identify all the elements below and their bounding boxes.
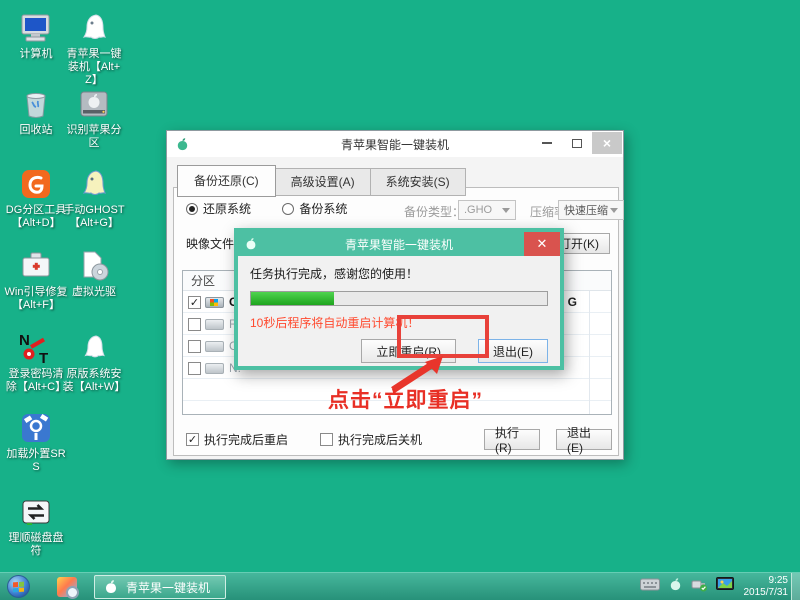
backup-type-value: .GHO — [464, 204, 492, 216]
checkbox-unchecked-icon[interactable] — [188, 318, 201, 331]
desktop-icon-label: 登录密码清除【Alt+C】 — [4, 368, 68, 394]
clock-time: 9:25 — [744, 575, 789, 588]
desktop-icon-label: 原版系统安装【Alt+W】 — [62, 368, 126, 394]
desktop-icon-label: 识别苹果分区 — [62, 124, 126, 150]
tab-system-install[interactable]: 系统安装(S) — [371, 168, 466, 196]
first-aid-box-icon — [18, 248, 54, 284]
tab-advanced-settings[interactable]: 高级设置(A) — [276, 168, 371, 196]
desktop-icon-manual-ghost[interactable]: 手动GHOST【Alt+G】 — [62, 166, 126, 230]
checkbox-checked-icon[interactable]: ✓ — [188, 296, 201, 309]
srs-driver-icon — [18, 410, 54, 446]
backup-type-label: 备份类型： — [404, 203, 464, 220]
progress-fill — [251, 292, 334, 305]
taskbar: 青苹果一键装机 9:25 2015/7/31 — [0, 572, 800, 600]
taskbar-app-button[interactable]: 青苹果一键装机 — [94, 575, 226, 599]
chevron-down-icon — [610, 208, 618, 213]
ghost-white-icon — [76, 330, 112, 366]
virtual-cd-icon — [76, 248, 112, 284]
progress-bar — [250, 291, 548, 306]
drive-letter-swap-icon — [18, 494, 54, 530]
system-drive-icon — [205, 297, 224, 308]
tab-bar: 备份还原(C) 高级设置(A) 系统安装(S) — [177, 165, 466, 196]
nt-password-key-icon: NT — [18, 330, 54, 366]
desktop-icon-label: 计算机 — [4, 48, 68, 61]
desktop-icon-win-boot-repair[interactable]: Win引导修复【Alt+F】 — [4, 248, 68, 312]
radio-restore-label: 还原系统 — [203, 200, 251, 217]
backup-type-select[interactable]: .GHO — [458, 200, 516, 220]
checkbox-shutdown-after-done[interactable]: 执行完成后关机 — [320, 431, 422, 448]
main-exit-button[interactable]: 退出(E) — [556, 429, 612, 450]
desktop-icon-label: 回收站 — [4, 124, 68, 137]
desktop-icon-label: 加载外置SRS — [4, 448, 68, 474]
screenshot-tool-icon[interactable] — [57, 577, 77, 597]
radio-restore-system[interactable]: 还原系统 — [186, 200, 251, 217]
desktop-icon-label: 手动GHOST【Alt+G】 — [62, 204, 126, 230]
svg-text:N: N — [19, 332, 30, 349]
dialog-title: 青苹果智能一键装机 — [238, 236, 560, 253]
dialog-message: 任务执行完成，感谢您的使用！ — [250, 265, 548, 282]
keyboard-tray-icon[interactable] — [640, 578, 660, 596]
checkbox-unchecked-icon — [320, 433, 333, 446]
checkbox-restart-after-done[interactable]: ✓ 执行完成后重启 — [186, 431, 288, 448]
compression-select[interactable]: 快速压缩 — [558, 200, 624, 220]
radio-dot-icon — [282, 203, 294, 215]
clock-date: 2015/7/31 — [744, 587, 789, 600]
desktop-icon-dg-partition-tool[interactable]: DG分区工具【Alt+D】 — [4, 166, 68, 230]
drive-icon — [205, 341, 224, 352]
maximize-button[interactable] — [562, 132, 592, 154]
execute-button[interactable]: 执行(R) — [484, 429, 540, 450]
desktop-icon-apple-partition[interactable]: 识别苹果分区 — [62, 86, 126, 150]
minimize-button[interactable] — [532, 132, 562, 154]
close-button[interactable]: × — [592, 132, 622, 154]
desktop-icon-computer[interactable]: 计算机 — [4, 10, 68, 61]
desktop-icon-label: DG分区工具【Alt+D】 — [4, 204, 68, 230]
dialog-close-icon[interactable]: ✕ — [524, 232, 560, 256]
system-tray: 9:25 2015/7/31 — [632, 573, 789, 600]
desktop-icon-load-srs[interactable]: 加载外置SRS — [4, 410, 68, 474]
ghost-white-icon — [76, 10, 112, 46]
computer-icon — [18, 10, 54, 46]
restart-after-done-label: 执行完成后重启 — [204, 431, 288, 448]
desktop-icon-label: 虚拟光驱 — [62, 286, 126, 299]
desktop-icon-label: Win引导修复【Alt+F】 — [4, 286, 68, 312]
desktop-icon-original-system-install[interactable]: 原版系统安装【Alt+W】 — [62, 330, 126, 394]
desktop-icon-drive-letter-fix[interactable]: 理顺磁盘盘符 — [4, 494, 68, 558]
tab-backup-restore[interactable]: 备份还原(C) — [177, 165, 276, 197]
apple-tray-icon[interactable] — [668, 577, 683, 597]
apple-drive-icon — [76, 86, 112, 122]
taskbar-clock[interactable]: 9:25 2015/7/31 — [744, 575, 789, 600]
desktop-icon-label: 青苹果一键装机【Alt+Z】 — [62, 48, 126, 88]
radio-backup-system[interactable]: 备份系统 — [282, 200, 347, 217]
desktop-icon-recycle-bin[interactable]: 回收站 — [4, 86, 68, 137]
checkbox-unchecked-icon[interactable] — [188, 362, 201, 375]
taskbar-app-label: 青苹果一键装机 — [126, 579, 210, 596]
checkbox-unchecked-icon[interactable] — [188, 340, 201, 353]
dg-partition-icon — [18, 166, 54, 202]
display-tray-icon[interactable] — [716, 577, 734, 597]
shutdown-after-done-label: 执行完成后关机 — [338, 431, 422, 448]
desktop-icon-qpg-installer[interactable]: 青苹果一键装机【Alt+Z】 — [62, 10, 126, 88]
partition-size: G — [568, 295, 577, 309]
radio-backup-label: 备份系统 — [299, 200, 347, 217]
desktop-icon-virtual-cd[interactable]: 虚拟光驱 — [62, 248, 126, 299]
drive-icon — [205, 363, 224, 374]
radio-dot-icon — [186, 203, 198, 215]
dialog-titlebar[interactable]: 青苹果智能一键装机 ✕ — [238, 232, 560, 256]
show-desktop-button[interactable] — [791, 573, 800, 600]
chevron-down-icon — [502, 208, 510, 213]
desktop-icon-label: 理顺磁盘盘符 — [4, 532, 68, 558]
checkbox-checked-icon: ✓ — [186, 433, 199, 446]
recycle-bin-icon — [18, 86, 54, 122]
svg-text:T: T — [39, 350, 48, 366]
windows-flag-icon — [13, 581, 24, 592]
start-button[interactable] — [7, 575, 30, 598]
ghost-yellow-icon — [76, 166, 112, 202]
desktop-icon-password-clear[interactable]: NT 登录密码清除【Alt+C】 — [4, 330, 68, 394]
annotation-text: 点击“立即重启” — [328, 384, 483, 414]
main-window-titlebar[interactable]: 青苹果智能一键装机 × — [167, 131, 623, 157]
drive-icon — [205, 319, 224, 330]
usb-tray-icon[interactable] — [691, 577, 708, 597]
compression-value: 快速压缩 — [564, 202, 608, 218]
white-apple-icon — [103, 579, 119, 595]
